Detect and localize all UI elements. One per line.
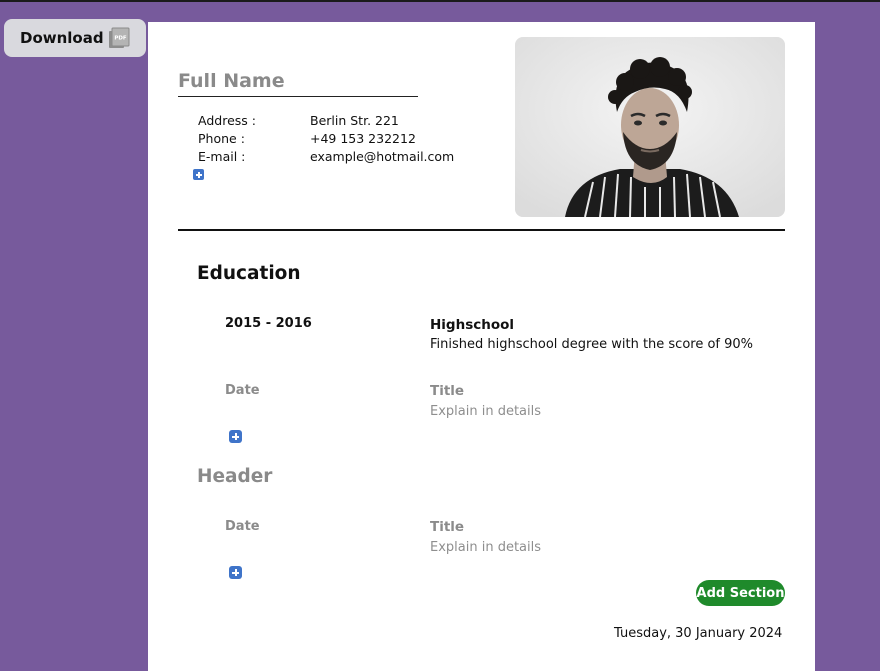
add-entry-plus-icon[interactable] xyxy=(229,430,242,443)
entry-description[interactable]: Finished highschool degree with the scor… xyxy=(430,337,753,352)
entry-title-placeholder[interactable]: Title xyxy=(430,383,464,399)
download-label: Download xyxy=(20,29,104,47)
phone-label: Phone : xyxy=(198,131,245,146)
phone-value[interactable]: +49 153 232212 xyxy=(310,131,416,149)
contact-info: Address : Berlin Str. 221 Phone : +49 15… xyxy=(198,113,454,167)
add-section-button[interactable]: Add Section xyxy=(696,580,785,606)
full-name-field[interactable]: Full Name xyxy=(178,70,418,97)
profile-photo[interactable] xyxy=(515,37,785,217)
header-divider xyxy=(178,229,785,231)
contact-row-phone: Phone : +49 153 232212 xyxy=(198,131,454,149)
entry-description-placeholder[interactable]: Explain in details xyxy=(430,540,541,555)
entry-title[interactable]: Highschool xyxy=(430,317,514,333)
entry-title-placeholder[interactable]: Title xyxy=(430,519,464,535)
resume-sheet: Full Name Address : Berlin Str. 221 Phon… xyxy=(148,22,815,671)
address-value[interactable]: Berlin Str. 221 xyxy=(310,113,399,131)
add-contact-plus-icon[interactable] xyxy=(193,169,204,180)
entry-date[interactable]: 2015 - 2016 xyxy=(225,316,312,331)
contact-row-address: Address : Berlin Str. 221 xyxy=(198,113,454,131)
portrait-image xyxy=(515,37,785,217)
top-border xyxy=(0,0,880,2)
footer-date: Tuesday, 30 January 2024 xyxy=(614,626,783,641)
download-button[interactable]: Download PDF xyxy=(4,19,146,57)
email-value[interactable]: example@hotmail.com xyxy=(310,149,454,167)
entry-date-placeholder[interactable]: Date xyxy=(225,519,260,534)
address-label: Address : xyxy=(198,113,256,128)
contact-row-email: E-mail : example@hotmail.com xyxy=(198,149,454,167)
pdf-icon: PDF xyxy=(109,27,130,48)
add-entry-plus-icon[interactable] xyxy=(229,566,242,579)
email-label: E-mail : xyxy=(198,149,246,164)
section-title-education[interactable]: Education xyxy=(197,263,301,284)
entry-description-placeholder[interactable]: Explain in details xyxy=(430,404,541,419)
section-title-header[interactable]: Header xyxy=(197,466,272,487)
pdf-icon-text: PDF xyxy=(114,36,127,42)
entry-date-placeholder[interactable]: Date xyxy=(225,383,260,398)
